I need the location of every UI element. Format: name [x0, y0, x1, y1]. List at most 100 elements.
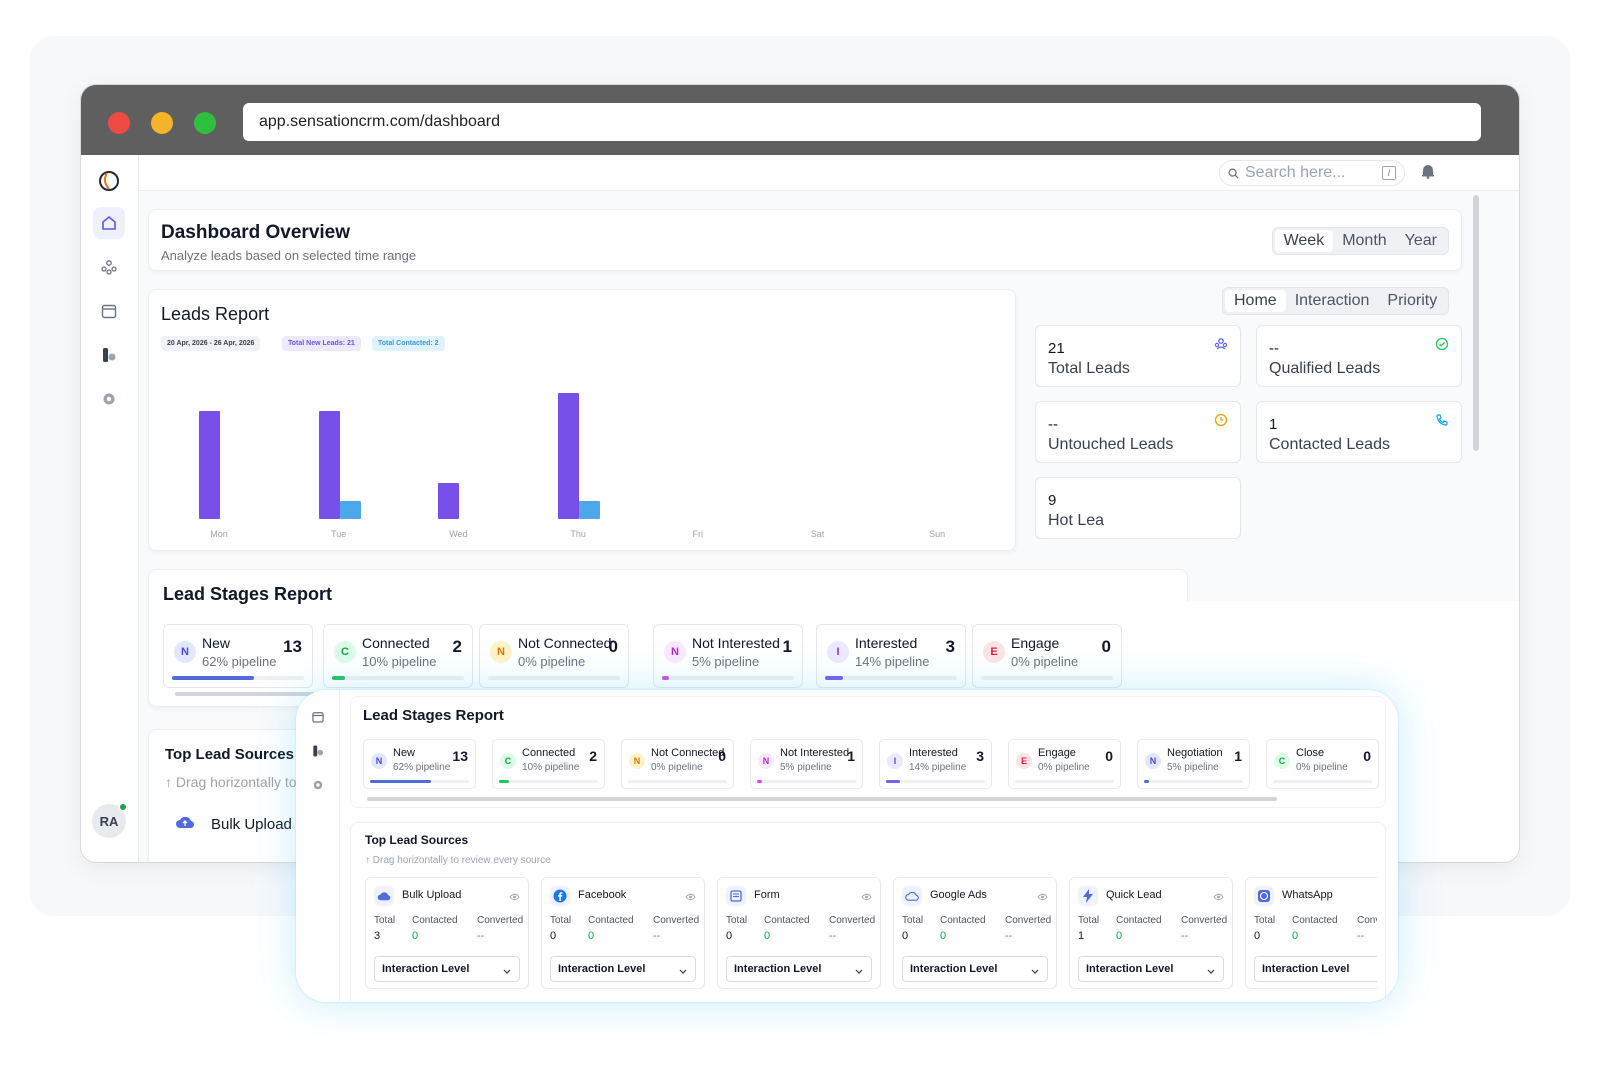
stage-card-close[interactable]: C Close 0% pipeline 0: [1266, 739, 1379, 789]
stage-progress-fill: [332, 676, 346, 680]
stage-card-connected[interactable]: C Connected 10% pipeline 2: [323, 624, 473, 688]
main-scrollbar[interactable]: [1473, 195, 1479, 451]
stage-card-connected[interactable]: C Connected 10% pipeline 2: [492, 739, 605, 789]
range-month-tab[interactable]: Month: [1333, 230, 1395, 252]
source-name: Form: [754, 889, 780, 901]
stage-card-new[interactable]: N New 62% pipeline 13: [163, 624, 313, 688]
stages-scrollbar[interactable]: [367, 797, 1277, 801]
chart-bar-tue-series-2[interactable]: [339, 501, 361, 519]
reports-icon[interactable]: [93, 339, 125, 371]
stage-badge: N: [758, 753, 774, 769]
settings-icon[interactable]: [311, 778, 325, 797]
stage-badge: C: [500, 753, 516, 769]
interaction-level-dropdown[interactable]: Interaction Level: [902, 956, 1048, 982]
tab-home[interactable]: Home: [1225, 290, 1286, 312]
calendar-icon[interactable]: [93, 295, 125, 327]
chevron-down-icon: [503, 965, 511, 977]
stage-progress: [886, 780, 985, 783]
stage-card-new[interactable]: N New 62% pipeline 13: [363, 739, 476, 789]
maximize-window-button[interactable]: [194, 112, 216, 134]
team-icon[interactable]: [93, 251, 125, 283]
eye-icon[interactable]: [685, 888, 696, 906]
stage-count: 0: [608, 637, 618, 656]
chart-bar-wed-series-1[interactable]: [438, 483, 460, 519]
stage-card-interested[interactable]: I Interested 14% pipeline 3: [879, 739, 992, 789]
settings-icon[interactable]: [93, 383, 125, 415]
search-placeholder: Search here...: [1245, 164, 1346, 181]
close-window-button[interactable]: [108, 112, 130, 134]
calendar-icon[interactable]: [311, 710, 325, 729]
source-card-quick-lead[interactable]: Quick Lead Total Contacted Converted 1 0 -- Int…: [1069, 877, 1233, 989]
eye-icon[interactable]: [1037, 888, 1048, 906]
source-card-google-ads[interactable]: Google Ads Total Contacted Converted 0 0 -- Int…: [893, 877, 1057, 989]
stage-card-engage[interactable]: E Engage 0% pipeline 0: [1008, 739, 1121, 789]
stage-progress: [370, 780, 469, 783]
stage-progress: [488, 676, 620, 680]
stat-card-total-leads[interactable]: 21 Total Leads: [1035, 325, 1241, 387]
stage-card-not-connected[interactable]: N Not Connected 0% pipeline 0: [621, 739, 734, 789]
contacted-column-label: Contacted: [1292, 915, 1338, 926]
stage-card-engage[interactable]: E Engage 0% pipeline 0: [972, 624, 1122, 688]
eye-icon[interactable]: [861, 888, 872, 906]
stage-name: Interested: [909, 747, 958, 759]
facebook-icon: [550, 886, 570, 906]
tab-priority[interactable]: Priority: [1378, 290, 1446, 312]
stage-card-not-interested[interactable]: N Not Interested 5% pipeline 1: [750, 739, 863, 789]
chart-bar-thu-series-2[interactable]: [579, 501, 601, 519]
stage-count: 2: [452, 637, 462, 656]
stage-card-not-interested[interactable]: N Not Interested 5% pipeline 1: [653, 624, 803, 688]
home-icon[interactable]: [93, 207, 125, 239]
stage-card-interested[interactable]: I Interested 14% pipeline 3: [816, 624, 966, 688]
converted-column-label: Converted: [1005, 915, 1052, 926]
interaction-level-dropdown[interactable]: Interaction Level: [1078, 956, 1224, 982]
stat-card-hot-leads[interactable]: 9 Hot Lea: [1035, 477, 1241, 539]
stat-value: --: [1269, 340, 1279, 357]
range-week-tab[interactable]: Week: [1274, 230, 1334, 252]
source-card-facebook[interactable]: Facebook Total Contacted Converted 0 0 -- Inter…: [541, 877, 705, 989]
search-input[interactable]: Search here... /: [1219, 160, 1405, 186]
source-card-bulk-upload[interactable]: Bulk Upload Total Contacted Converted 3 0 -- In…: [365, 877, 529, 989]
page-subtitle: Analyze leads based on selected time ran…: [161, 248, 417, 263]
phone-icon: [1435, 413, 1449, 432]
stage-pipeline-percent: 0% pipeline: [1296, 762, 1348, 773]
tab-interaction[interactable]: Interaction: [1286, 290, 1379, 312]
stat-value: --: [1048, 416, 1058, 433]
stage-count: 13: [452, 748, 468, 764]
logo-icon[interactable]: [93, 165, 125, 197]
stat-card-untouched-leads[interactable]: -- Untouched Leads: [1035, 401, 1241, 463]
interaction-level-dropdown[interactable]: Interaction Level: [374, 956, 520, 982]
top-lead-sources-card: Top Lead Sources ↑ Drag horizontally to …: [350, 822, 1386, 1002]
source-card-form[interactable]: Form Total Contacted Converted 0 0 -- Interacti…: [717, 877, 881, 989]
stage-name: Engage: [1011, 635, 1060, 651]
reports-icon[interactable]: [311, 744, 325, 763]
chart-bar-tue-series-1[interactable]: [318, 411, 340, 519]
stage-card-not-connected[interactable]: N Not Connected 0% pipeline 0: [479, 624, 629, 688]
source-card-whatsapp[interactable]: WhatsApp Total Contacted Converted 0 0 -- Inter…: [1245, 877, 1377, 989]
stage-name: Not Interested: [692, 635, 780, 651]
stage-count: 1: [782, 637, 792, 656]
range-year-tab[interactable]: Year: [1396, 230, 1446, 252]
stage-card-negotiation[interactable]: N Negotiation 5% pipeline 1: [1137, 739, 1250, 789]
x-axis-tick-label: Sun: [929, 529, 946, 539]
minimize-window-button[interactable]: [151, 112, 173, 134]
stages-scrollbar[interactable]: [175, 692, 315, 696]
stat-value: 1: [1269, 416, 1278, 433]
interaction-level-dropdown[interactable]: Interaction Level: [726, 956, 872, 982]
chart-bar-thu-series-1[interactable]: [558, 393, 580, 519]
stage-pipeline-percent: 62% pipeline: [393, 762, 451, 773]
avatar[interactable]: RA: [92, 803, 127, 838]
interaction-level-dropdown[interactable]: Interaction Level: [550, 956, 696, 982]
chart-bar-mon-series-1[interactable]: [199, 411, 220, 519]
eye-icon[interactable]: [509, 888, 520, 906]
dropdown-label: Interaction Level: [910, 963, 998, 975]
total-value: 0: [726, 930, 733, 942]
stat-card-qualified-leads[interactable]: -- Qualified Leads: [1256, 325, 1462, 387]
stage-badge: E: [1016, 753, 1032, 769]
address-bar[interactable]: app.sensationcrm.com/dashboard: [243, 103, 1481, 141]
eye-icon[interactable]: [1213, 888, 1224, 906]
stat-card-contacted-leads[interactable]: 1 Contacted Leads: [1256, 401, 1462, 463]
bell-icon[interactable]: [1421, 163, 1435, 184]
lightning-icon: [1078, 886, 1098, 906]
interaction-level-dropdown[interactable]: Interaction Level: [1254, 956, 1377, 982]
total-column-label: Total: [726, 915, 748, 926]
